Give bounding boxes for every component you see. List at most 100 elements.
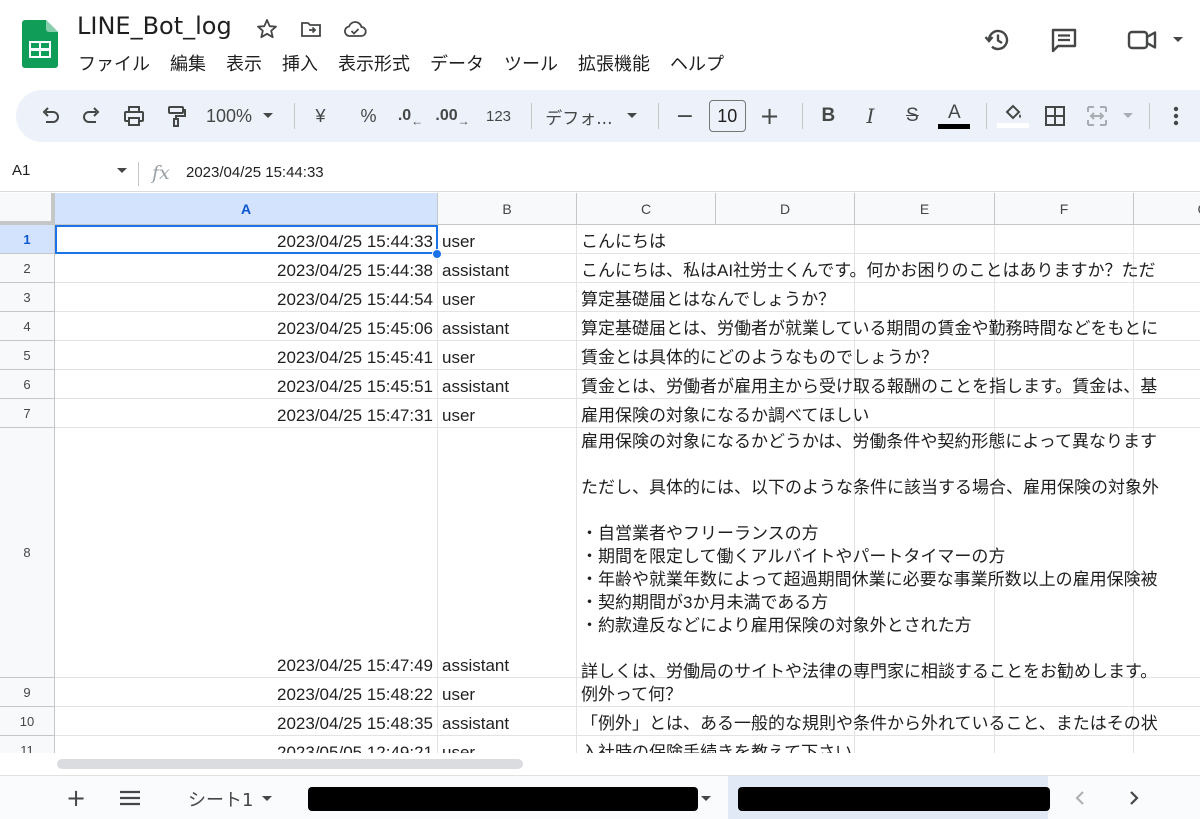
meet-camera-icon[interactable]	[1120, 18, 1164, 62]
empty-cell[interactable]	[1134, 225, 1200, 254]
message-cell[interactable]: 例外って何？	[577, 678, 716, 707]
row-header[interactable]: 7	[0, 399, 55, 428]
message-cell[interactable]: 入社時の保険手続きを教えて下さい	[577, 736, 852, 753]
empty-cell[interactable]	[1134, 736, 1200, 753]
timestamp-cell[interactable]: 2023/04/25 15:44:33	[55, 225, 438, 254]
menu-view[interactable]: 表示	[216, 48, 272, 78]
scroll-tabs-left-icon[interactable]	[1066, 784, 1094, 812]
sheets-logo-icon[interactable]	[22, 20, 58, 68]
column-header-c[interactable]: C	[577, 193, 716, 225]
redacted-sheet-tab[interactable]	[308, 787, 698, 811]
more-formats-button[interactable]: 123	[481, 98, 517, 134]
italic-button[interactable]: I	[852, 98, 888, 134]
row-header[interactable]: 3	[0, 283, 55, 312]
chevron-down-icon[interactable]	[700, 795, 712, 803]
role-cell[interactable]: assistant	[438, 428, 577, 678]
row-header[interactable]: 4	[0, 312, 55, 341]
merge-cells-icon[interactable]	[1079, 98, 1115, 134]
percent-format-button[interactable]: %	[351, 98, 387, 134]
empty-cell[interactable]	[995, 399, 1134, 428]
formula-input[interactable]: 2023/04/25 15:44:33	[186, 164, 324, 181]
increase-font-size-button[interactable]: +	[752, 98, 788, 134]
star-icon[interactable]	[252, 14, 282, 44]
timestamp-cell[interactable]: 2023/05/05 12:49:21	[55, 736, 438, 753]
timestamp-cell[interactable]: 2023/04/25 15:44:38	[55, 254, 438, 283]
role-cell[interactable]: user	[438, 399, 577, 428]
scroll-tabs-right-icon[interactable]	[1120, 784, 1148, 812]
empty-cell[interactable]	[1134, 341, 1200, 370]
name-box[interactable]: A1	[12, 162, 128, 179]
menu-tools[interactable]: ツール	[494, 48, 568, 78]
menu-edit[interactable]: 編集	[160, 48, 216, 78]
row-header[interactable]: 11	[0, 736, 55, 753]
font-family-select[interactable]: デフォ...	[539, 98, 644, 134]
role-cell[interactable]: assistant	[438, 312, 577, 341]
message-cell[interactable]: こんにちは、私はAI社労士くんです。何かお困りのことはありますか？ただ	[577, 254, 1156, 283]
text-color-button[interactable]: A	[936, 98, 972, 134]
message-cell[interactable]: 賃金とは、労働者が雇用主から受け取る報酬のことを指します。賃金は、基	[577, 370, 1157, 399]
empty-cell[interactable]	[1134, 283, 1200, 312]
decrease-font-size-button[interactable]: −	[667, 98, 703, 134]
menu-insert[interactable]: 挿入	[272, 48, 328, 78]
role-cell[interactable]: user	[438, 225, 577, 254]
column-header-b[interactable]: B	[438, 193, 577, 225]
row-header[interactable]: 6	[0, 370, 55, 399]
strikethrough-button[interactable]: S	[894, 98, 930, 134]
comments-icon[interactable]	[1042, 18, 1086, 62]
empty-cell[interactable]	[855, 399, 995, 428]
cloud-saved-icon[interactable]	[340, 14, 370, 44]
message-cell[interactable]: 算定基礎届とは、労働者が就業している期間の賃金や勤務時間などをもとに	[577, 312, 1158, 341]
empty-cell[interactable]	[995, 736, 1134, 753]
role-cell[interactable]: assistant	[438, 254, 577, 283]
timestamp-cell[interactable]: 2023/04/25 15:45:41	[55, 341, 438, 370]
timestamp-cell[interactable]: 2023/04/25 15:48:22	[55, 678, 438, 707]
menu-help[interactable]: ヘルプ	[660, 48, 734, 78]
message-cell[interactable]: こんにちは	[577, 225, 716, 254]
empty-cell[interactable]	[716, 225, 855, 254]
paint-format-icon[interactable]	[158, 98, 194, 134]
column-header-g[interactable]: G	[1134, 193, 1200, 225]
role-cell[interactable]: user	[438, 736, 577, 753]
message-cell[interactable]: 雇用保険の対象になるか調べてほしい	[577, 399, 869, 428]
merge-dropdown-icon[interactable]	[1121, 98, 1135, 134]
font-size-input[interactable]: 10	[708, 100, 746, 132]
empty-cell[interactable]	[995, 341, 1134, 370]
add-sheet-button[interactable]: +	[62, 784, 90, 812]
menu-file[interactable]: ファイル	[68, 48, 160, 78]
spreadsheet-grid[interactable]: ABCDEFG12023/04/25 15:44:33userこんにちは2202…	[0, 193, 1200, 753]
message-cell[interactable]: 算定基礎届とはなんでしょうか？	[577, 283, 835, 312]
timestamp-cell[interactable]: 2023/04/25 15:47:49	[55, 428, 438, 678]
row-header[interactable]: 9	[0, 678, 55, 707]
history-icon[interactable]	[976, 18, 1020, 62]
empty-cell[interactable]	[995, 283, 1134, 312]
empty-cell[interactable]	[855, 736, 995, 753]
column-header-f[interactable]: F	[995, 193, 1134, 225]
menu-data[interactable]: データ	[420, 48, 494, 78]
row-header[interactable]: 1	[0, 225, 55, 254]
undo-icon[interactable]	[32, 98, 68, 134]
message-cell[interactable]: 「例外」とは、ある一般的な規則や条件から外れていること、またはその状	[577, 707, 1158, 736]
document-title[interactable]: LINE_Bot_log	[77, 12, 232, 40]
empty-cell[interactable]	[1134, 399, 1200, 428]
timestamp-cell[interactable]: 2023/04/25 15:48:35	[55, 707, 438, 736]
role-cell[interactable]: user	[438, 341, 577, 370]
message-cell[interactable]: 賃金とは具体的にどのようなものでしょうか？	[577, 341, 938, 370]
row-header[interactable]: 5	[0, 341, 55, 370]
borders-icon[interactable]	[1037, 98, 1073, 134]
row-header[interactable]: 2	[0, 254, 55, 283]
timestamp-cell[interactable]: 2023/04/25 15:45:51	[55, 370, 438, 399]
increase-decimal-button[interactable]: .00 →	[435, 98, 471, 134]
decrease-decimal-button[interactable]: .0 ←	[393, 98, 429, 134]
fill-handle[interactable]	[432, 249, 442, 259]
role-cell[interactable]: user	[438, 678, 577, 707]
timestamp-cell[interactable]: 2023/04/25 15:45:06	[55, 312, 438, 341]
row-header[interactable]: 8	[0, 428, 55, 678]
timestamp-cell[interactable]: 2023/04/25 15:47:31	[55, 399, 438, 428]
redacted-sheet-tab-active[interactable]	[738, 787, 1050, 811]
move-folder-icon[interactable]	[296, 14, 326, 44]
menu-extensions[interactable]: 拡張機能	[568, 48, 660, 78]
redo-icon[interactable]	[74, 98, 110, 134]
more-options-icon[interactable]	[1158, 98, 1194, 134]
column-header-a[interactable]: A	[55, 193, 438, 225]
empty-cell[interactable]	[995, 225, 1134, 254]
